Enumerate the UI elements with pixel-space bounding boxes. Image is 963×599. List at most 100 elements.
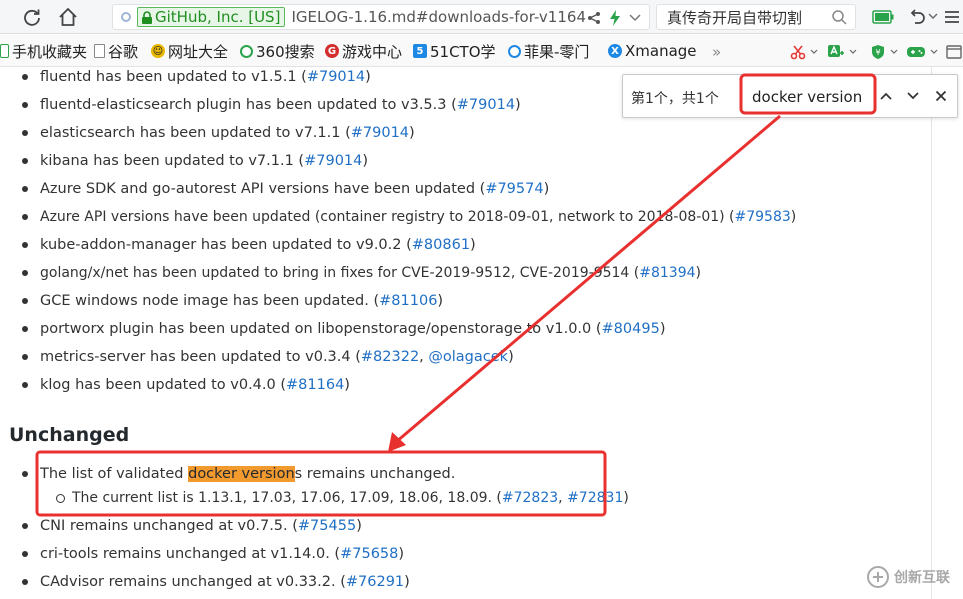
find-next-button[interactable] xyxy=(902,85,924,107)
page-icon xyxy=(94,44,105,58)
issue-link[interactable]: #80495 xyxy=(602,321,660,337)
issue-link[interactable]: #81164 xyxy=(286,377,344,393)
bookmark-label: 菲果-零门 xyxy=(524,42,590,61)
search-input[interactable]: 真传奇开局自带切割 xyxy=(656,4,856,30)
lightning-icon[interactable] xyxy=(609,10,621,26)
bookmark-item[interactable]: 5 51CTO学 xyxy=(413,42,496,61)
issue-link[interactable]: #79014 xyxy=(307,69,365,85)
translate-dropdown-chevron-icon[interactable] xyxy=(849,44,857,60)
logo-icon xyxy=(867,566,889,588)
undo-dropdown-chevron-icon[interactable] xyxy=(928,6,938,28)
issue-link[interactable]: #72823 xyxy=(502,490,558,506)
scissors-dropdown-chevron-icon[interactable] xyxy=(810,44,818,60)
issue-link[interactable]: #81394 xyxy=(639,265,695,281)
site-status-icon xyxy=(121,12,131,22)
gamepad-icon[interactable] xyxy=(906,44,926,60)
battery-icon[interactable] xyxy=(872,6,894,28)
bookmark-item[interactable]: 菲果-零门 xyxy=(508,42,590,61)
window-icon[interactable] xyxy=(946,44,962,60)
search-query: 真传奇开局自带切割 xyxy=(667,8,803,27)
search-highlight: docker version xyxy=(188,466,295,482)
find-input[interactable] xyxy=(742,82,866,112)
list-item: kibana has been updated to v7.1.1 (#7901… xyxy=(21,153,369,169)
list-item: CAdvisor remains unchanged at v0.33.2. (… xyxy=(22,574,410,590)
issue-link[interactable]: #81106 xyxy=(379,293,437,309)
issue-link[interactable]: #79583 xyxy=(735,209,791,225)
scissors-icon[interactable] xyxy=(790,44,806,60)
phone-icon xyxy=(0,44,9,58)
chevron-up-icon xyxy=(880,92,892,100)
game-center-icon: G xyxy=(325,44,339,58)
xmanage-icon: X xyxy=(608,44,622,58)
issue-link[interactable]: #79014 xyxy=(304,153,362,169)
bookmark-label: 游戏中心 xyxy=(342,42,403,61)
bookmark-label: 手机收藏夹 xyxy=(12,42,88,61)
list-item: kube-addon-manager has been updated to v… xyxy=(22,237,476,253)
address-bar[interactable]: GitHub, Inc. [US] IGELOG-1.16.md#downloa… xyxy=(112,4,650,30)
list-item: cri-tools remains unchanged at v1.14.0. … xyxy=(21,546,405,562)
issue-link[interactable]: #75658 xyxy=(340,546,398,562)
fruit-icon xyxy=(508,44,521,58)
bookmark-label: 51CTO学 xyxy=(430,42,496,61)
bookmark-item[interactable]: X Xmanage xyxy=(608,42,697,60)
issue-link[interactable]: #76291 xyxy=(346,574,404,590)
docker-version-list-item: The list of validated docker versions re… xyxy=(21,466,456,482)
bookmark-item[interactable]: G 游戏中心 xyxy=(325,42,403,61)
find-close-button[interactable] xyxy=(930,85,952,107)
translate-icon[interactable] xyxy=(827,44,845,60)
bookmark-label: 谷歌 xyxy=(108,42,139,61)
secure-site-badge[interactable]: GitHub, Inc. [US] xyxy=(137,7,286,27)
issue-link[interactable]: #80861 xyxy=(412,237,470,253)
list-item: GCE windows node image has been updated.… xyxy=(21,293,444,309)
menu-icon[interactable] xyxy=(944,6,960,28)
issue-link[interactable]: #82322 xyxy=(361,349,419,365)
search-icon[interactable] xyxy=(831,9,847,25)
list-item: fluentd-elasticsearch plugin has been up… xyxy=(22,97,521,113)
docker-versions-sublist-item: The current list is 1.13.1, 17.03, 17.06… xyxy=(56,490,629,506)
issue-link[interactable]: #75455 xyxy=(298,518,356,534)
issue-link[interactable]: #72831 xyxy=(567,490,623,506)
bookmark-item[interactable]: 360搜索 xyxy=(240,42,315,61)
bookmark-item[interactable]: 谷歌 xyxy=(94,42,139,61)
bookmark-label: 网址大全 xyxy=(168,42,229,61)
issue-link[interactable]: #79574 xyxy=(485,181,543,197)
list-item: portworx plugin has been updated on libo… xyxy=(21,321,666,337)
list-item: elasticsearch has been updated to v7.1.1… xyxy=(22,125,415,141)
list-item: CNI remains unchanged at v0.7.5. (#75455… xyxy=(22,518,362,534)
close-icon xyxy=(935,90,947,102)
list-item: Azure SDK and go-autorest API versions h… xyxy=(21,181,550,197)
user-mention-link[interactable]: @olagacek xyxy=(428,349,508,365)
smiley-icon: ☺ xyxy=(151,44,165,58)
51cto-icon: 5 xyxy=(413,44,427,58)
home-icon[interactable] xyxy=(56,5,80,29)
refresh-icon[interactable] xyxy=(20,5,44,29)
issue-link[interactable]: #79014 xyxy=(457,97,515,113)
list-item: klog has been updated to v0.4.0 (#81164) xyxy=(22,377,350,393)
360-search-icon xyxy=(240,44,253,58)
bookmarks-bar: 手机收藏夹 谷歌 ☺ 网址大全 360搜索 G 游戏中心 5 51CTO学 菲果… xyxy=(0,35,963,67)
share-icon[interactable] xyxy=(587,11,601,25)
section-heading: Unchanged xyxy=(9,424,130,446)
find-match-count: 第1个，共1个 xyxy=(631,91,719,107)
list-item: Azure API versions have been updated (co… xyxy=(21,209,797,225)
shield-icon[interactable]: ¥ xyxy=(870,44,886,60)
bookmarks-more-button[interactable]: » xyxy=(712,43,721,61)
bookmark-item[interactable]: ☺ 网址大全 xyxy=(151,42,229,61)
browser-toolbar: GitHub, Inc. [US] IGELOG-1.16.md#downloa… xyxy=(0,0,963,34)
bookmark-label: Xmanage xyxy=(625,42,697,60)
secure-badge-label: GitHub, Inc. [US] xyxy=(155,8,281,26)
annotation-arrowhead xyxy=(388,432,406,452)
bookmark-label: 360搜索 xyxy=(256,42,315,61)
scrollbar-track[interactable] xyxy=(931,67,932,599)
undo-icon[interactable] xyxy=(908,6,926,28)
shield-dropdown-chevron-icon[interactable] xyxy=(890,44,898,60)
gamepad-dropdown-chevron-icon[interactable] xyxy=(930,44,938,60)
issue-link[interactable]: #79014 xyxy=(351,125,409,141)
lock-icon xyxy=(142,10,152,24)
list-item: metrics-server has been updated to v0.3.… xyxy=(22,349,514,365)
chevron-down-icon[interactable] xyxy=(629,14,641,22)
bookmark-item[interactable]: 手机收藏夹 xyxy=(0,42,88,61)
list-item: fluentd has been updated to v1.5.1 (#790… xyxy=(22,69,371,85)
find-previous-button[interactable] xyxy=(875,85,897,107)
url-text: IGELOG-1.16.md#downloads-for-v1164 xyxy=(291,8,586,26)
